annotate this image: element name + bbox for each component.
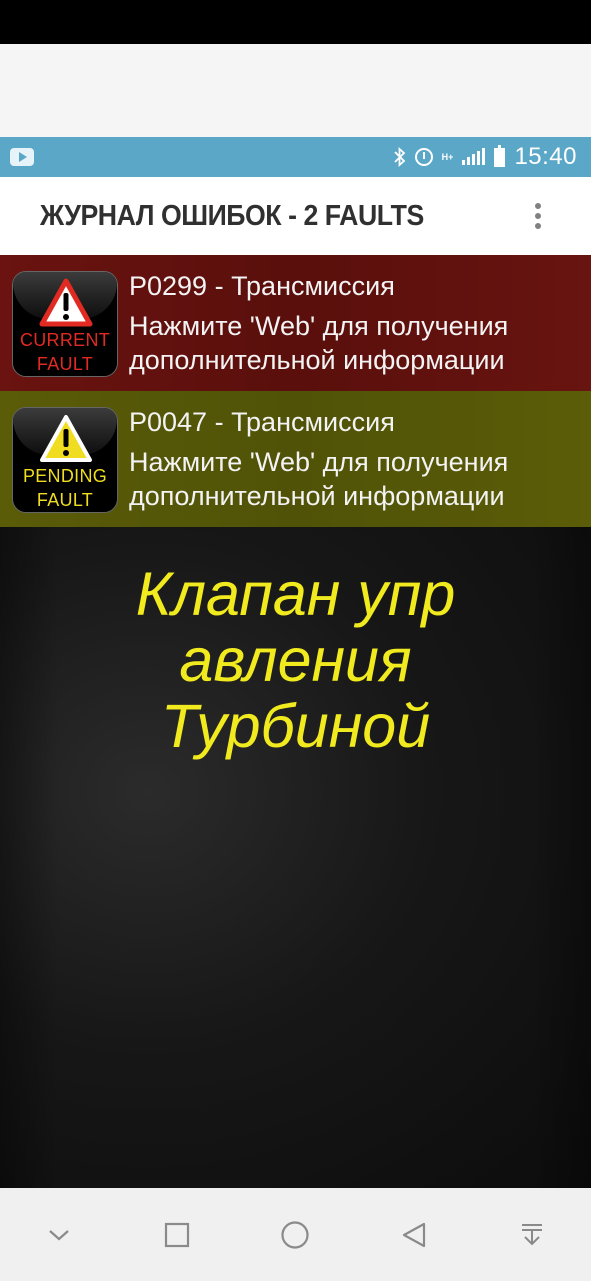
fault-description-line1: Нажмите 'Web' для получения [129, 311, 509, 341]
fault-code: P0299 - Трансмиссия [129, 271, 395, 301]
fault-row-current[interactable]: CURRENT FAULT P0299 - Трансмиссия Нажмит… [0, 255, 591, 391]
pin-down-icon[interactable] [512, 1215, 552, 1255]
top-blank-area [0, 44, 591, 137]
signal-icon [462, 148, 486, 165]
fault-component-text: Клапан упр авления Турбиной [135, 560, 456, 760]
recents-square-icon[interactable] [157, 1215, 197, 1255]
fault-description-line2: дополнительной информации [129, 345, 505, 375]
more-vert-icon[interactable] [533, 203, 543, 229]
fault-code: P0047 - Трансмиссия [129, 407, 395, 437]
battery-icon [494, 144, 506, 167]
pending-fault-badge: PENDING FAULT [12, 407, 118, 513]
fault-description-line2: дополнительной информации [129, 481, 505, 511]
badge-label-line1: CURRENT [19, 330, 111, 350]
badge-label-line2: FAULT [36, 490, 94, 510]
network-type-label: H+ [441, 151, 454, 162]
bluetooth-icon [394, 147, 406, 167]
network-type-icon: H+ [441, 151, 454, 162]
warning-icon [40, 415, 92, 462]
chevron-down-icon[interactable] [39, 1215, 79, 1255]
alarm-icon [414, 148, 433, 166]
status-clock: 15:40 [514, 143, 577, 170]
status-bar: H+ 15:40 [0, 137, 591, 177]
fault-description-line1: Нажмите 'Web' для получения [129, 447, 509, 477]
badge-label-line1: PENDING [22, 466, 108, 486]
top-black-bar [0, 0, 591, 44]
fault-row-pending[interactable]: PENDING FAULT P0047 - Трансмиссия Нажмит… [0, 391, 591, 527]
warning-icon [39, 278, 93, 327]
youtube-icon [10, 148, 34, 166]
page-title: ЖУРНАЛ ОШИБОК - 2 FAULTS [40, 199, 424, 232]
current-fault-badge: CURRENT FAULT [12, 271, 118, 377]
fault-detail-panel: Клапан упр авления Турбиной [0, 527, 591, 1188]
back-triangle-icon[interactable] [394, 1215, 434, 1255]
app-bar: ЖУРНАЛ ОШИБОК - 2 FAULTS [0, 177, 591, 255]
system-nav-bar [0, 1188, 591, 1281]
badge-label-line2: FAULT [36, 354, 94, 374]
home-circle-icon[interactable] [275, 1215, 315, 1255]
